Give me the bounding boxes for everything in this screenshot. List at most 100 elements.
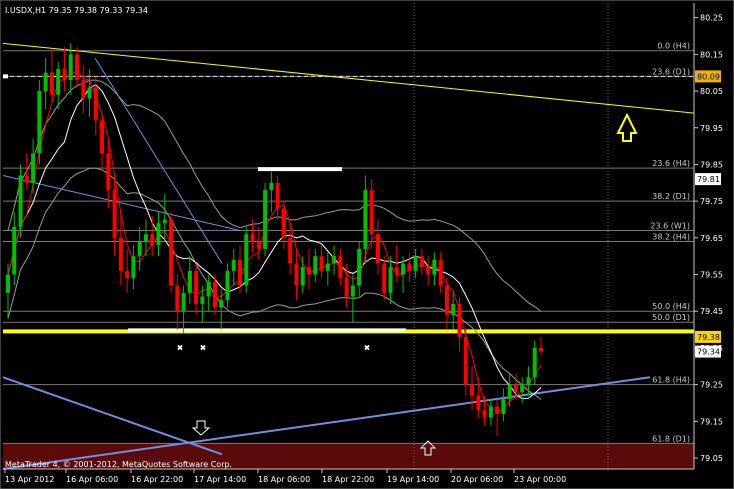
candle-body [350,285,355,297]
candle-body [413,256,418,271]
candle-body [250,234,255,242]
fib-label: 23.6 (W1) [650,221,690,230]
candle-body [463,336,468,385]
fib-label: 23.6 (H4) [652,159,690,168]
fib-label: 38.2 (D1) [652,192,690,201]
candle-body [369,190,374,235]
price-tick-label: 80.15 [700,50,723,59]
candle-body [12,226,17,275]
candle[interactable] [169,212,174,293]
candle[interactable] [37,80,42,165]
candle-body [451,303,456,315]
candle-body [501,399,506,414]
candle-body [68,54,73,81]
candle-body [31,153,36,183]
fib-label: 61.8 (H4) [652,376,690,385]
candle-body [194,270,199,304]
price-tick-label: 80.25 [700,14,723,23]
candle-body [332,256,337,264]
candle-body [520,384,525,392]
candle-body [513,384,518,392]
price-tick-label: 79.15 [700,417,723,426]
candle-body [288,237,293,264]
candle-body [507,384,512,400]
price-tick-label: 79.85 [700,160,723,169]
time-tick-label: 16 Apr 06:00 [66,475,118,484]
fib-label: 38.2 (H4) [652,233,690,242]
candle-body [407,263,412,271]
candle-body [306,267,311,275]
support-band-highlight [128,328,406,332]
price-tag-label: 80.09 [697,72,720,81]
candle[interactable] [18,164,23,238]
candle-body [143,234,148,242]
candle-body [275,182,280,209]
candle-body [238,259,243,286]
candle-body [532,347,537,378]
candle-body [244,234,249,286]
price-tag-label: 79.34 [697,348,720,357]
candle-body [131,256,136,279]
time-tick-label: 19 Apr 14:00 [387,475,439,484]
candle[interactable] [263,182,268,257]
cross-marker: ✖ [200,344,207,353]
candle-body [24,175,29,183]
time-tick-label: 16 Apr 22:00 [131,475,183,484]
candle-body [338,256,343,279]
candle-body [313,256,318,275]
candle-body [382,263,387,293]
candle-body [118,237,123,271]
price-tick-label: 79.65 [700,234,723,243]
candle-body [488,406,493,418]
cross-marker: ✖ [177,344,184,353]
candle-body [219,300,224,308]
candle-body [470,384,475,396]
time-tick-label: 18 Apr 22:00 [322,475,374,484]
price-tag-label: 79.81 [697,175,720,184]
fib-label: 61.8 (D1) [652,434,690,443]
candle-body [43,72,48,92]
candle-body [426,267,431,275]
candle-body [375,234,380,264]
candle-body [495,406,500,414]
candle-body [200,296,205,304]
candle-body [263,190,268,249]
candle-body [212,281,217,308]
candle-body [106,153,111,191]
candle-body [187,270,192,293]
candle-body [112,190,117,238]
time-tick-label: 20 Apr 06:00 [451,475,503,484]
candle-body [206,281,211,297]
candle-body [175,285,180,312]
candle[interactable] [244,226,249,293]
time-tick-label: 13 Apr 2012 [5,475,54,484]
candle-body [325,263,330,271]
candle-body [438,259,443,286]
candle-body [344,278,349,297]
candle-body [539,347,543,352]
candle-body [388,267,393,293]
candle-body [281,208,286,238]
price-tick-label: 80.05 [700,87,723,96]
candle-body [269,182,274,191]
candle-body [162,219,167,224]
candle-body [526,377,531,385]
candle-body [56,69,61,95]
price-chart[interactable]: 0.0 (H4) 23.6 (D1) 23.6 (H4) 38.2 (D1) 23.6 … [0,0,734,489]
candle-body [256,241,261,249]
candle-body [476,395,481,411]
level-handle [3,74,8,79]
time-tick-label: 23 Apr 00:00 [514,475,566,484]
candle-body [181,292,186,312]
candle-body [444,285,449,315]
fib-label: 0.0 (H4) [657,42,690,51]
price-tag-label: 79.38 [697,333,720,342]
candle-body [6,274,10,293]
cross-marker: ✖ [364,344,371,353]
copyright-text: MetaTrader 4, © 2001-2012, MetaQuotes So… [5,460,232,469]
candle-body [37,91,42,154]
price-tick-label: 79.95 [700,124,723,133]
candle-body [231,259,236,271]
chart-title: I.USDX,H1 79.35 79.38 79.33 79.34 [5,6,148,15]
candle-body [357,248,362,286]
